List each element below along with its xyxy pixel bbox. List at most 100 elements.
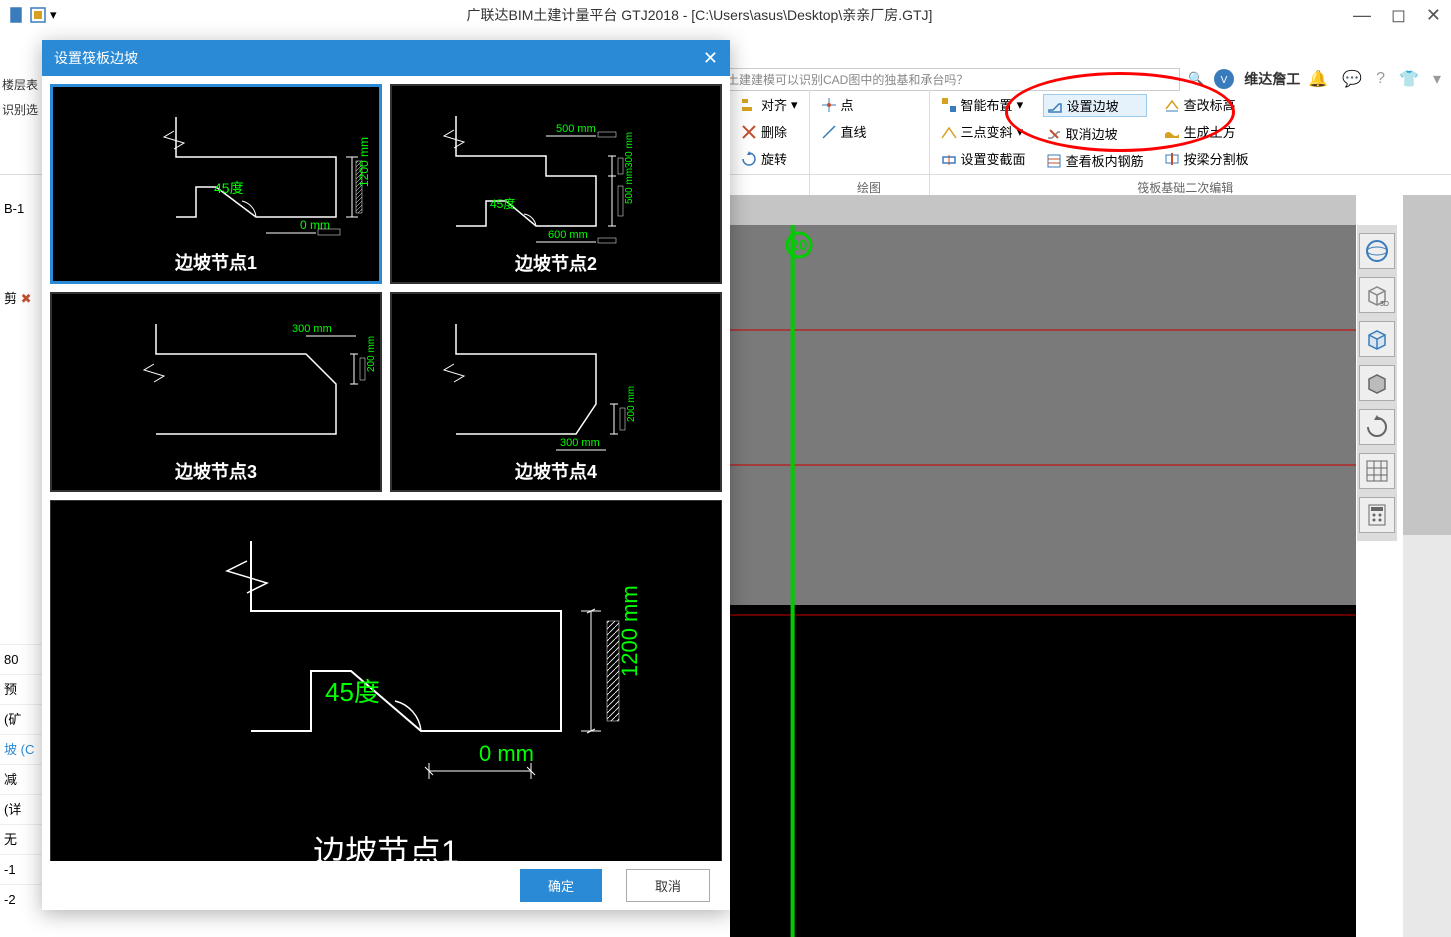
row-5[interactable]: (详 [0, 794, 46, 824]
line-label: 直线 [841, 122, 867, 141]
qat-icon-1[interactable] [10, 7, 26, 23]
ok-button[interactable]: 确定 [520, 869, 602, 902]
set-section-label: 设置变截面 [961, 149, 1026, 168]
modify-elev-button[interactable]: 查改标高 [1161, 94, 1252, 115]
thumb-4[interactable]: 300 mm 200 mm 边坡节点4 [390, 292, 722, 492]
split-beam-button[interactable]: 按梁分割板 [1161, 148, 1252, 169]
thumbnail-grid: 45度 1200 mm 0 mm 边坡节点1 [50, 84, 722, 492]
row-6[interactable]: 无 [0, 824, 46, 854]
qat-icon-2[interactable] [30, 7, 46, 23]
preview-b: 0 mm [479, 741, 534, 766]
shirt-icon[interactable]: 👕 [1399, 69, 1419, 89]
box-tool[interactable] [1359, 365, 1395, 401]
user-avatar-icon[interactable]: V [1212, 67, 1236, 91]
calc-tool[interactable] [1359, 497, 1395, 533]
three-point-button[interactable]: 三点变斜 ▾ [938, 121, 1029, 142]
thumb2-t1: 500 mm [556, 123, 596, 135]
gen-earth-button[interactable]: 生成土方 [1161, 121, 1252, 142]
rotate-label: 旋转 [761, 149, 787, 168]
thumb3-label: 边坡节点3 [52, 458, 380, 484]
preview-h: 1200 mm [617, 585, 642, 677]
gen-earth-label: 生成土方 [1184, 122, 1236, 141]
row-slope[interactable]: 坡 (C [0, 734, 46, 764]
thumb4-label: 边坡节点4 [392, 458, 720, 484]
floor-label: 楼层表 [0, 72, 46, 97]
view-rebar-button[interactable]: 查看板内钢筋 [1043, 150, 1147, 171]
dialog-title: 设置筏板边坡 [54, 48, 138, 68]
maximize-button[interactable]: ◻ [1391, 5, 1406, 26]
thumb2-t2: 600 mm [548, 229, 588, 241]
cube-tool[interactable] [1359, 321, 1395, 357]
window-controls: — ◻ ✕ [1353, 5, 1441, 26]
thumb2-label: 边坡节点2 [392, 250, 720, 276]
b1-label: B-1 [0, 194, 46, 234]
delete-label: 删除 [761, 122, 787, 141]
thumb4-t: 300 mm [560, 437, 600, 449]
app-title: 广联达BIM土建计量平台 GTJ2018 - [C:\Users\asus\De… [66, 5, 1333, 25]
close-small-icon: ✖ [21, 291, 32, 306]
dialog-body: 45度 1200 mm 0 mm 边坡节点1 [42, 76, 730, 861]
row-4[interactable]: 减 [0, 764, 46, 794]
cancel-button[interactable]: 取消 [626, 869, 710, 902]
dropdown-icon[interactable]: ▾ [50, 7, 66, 23]
thumb3-h: 200 mm [366, 336, 377, 372]
menu-icon[interactable]: ▾ [1433, 69, 1441, 89]
bell-icon[interactable]: 🔔 [1308, 69, 1328, 89]
thumb3-t: 300 mm [292, 323, 332, 335]
modify-elev-label: 查改标高 [1184, 95, 1236, 114]
thumb-1[interactable]: 45度 1200 mm 0 mm 边坡节点1 [50, 84, 382, 284]
svg-text:V: V [1221, 75, 1228, 86]
line-button[interactable]: 直线 [818, 121, 870, 142]
smart-layout-button[interactable]: 智能布置 ▾ [938, 94, 1029, 115]
thumb2-angle: 45度 [490, 196, 515, 211]
chat-icon[interactable]: 💬 [1342, 69, 1362, 89]
user-name[interactable]: 维达詹工 [1244, 69, 1300, 89]
thumb1-h: 1200 mm [357, 137, 371, 187]
axis-badge: 20 [785, 231, 813, 262]
scrollbar-thumb[interactable] [1403, 195, 1451, 535]
raft-group-title: 筏板基础二次编辑 [938, 179, 1433, 196]
drawing-canvas[interactable]: 20 [730, 225, 1356, 937]
3d-view-tool[interactable]: 3D [1359, 277, 1395, 313]
top-icons: 🔔 💬 ? 👕 ▾ [1308, 69, 1441, 89]
row-2[interactable]: (矿 [0, 704, 46, 734]
row-7[interactable]: -1 [0, 854, 46, 884]
thumb-2[interactable]: 45度 500 mm 600 mm 300 mm 500 mm [390, 84, 722, 284]
split-beam-label: 按梁分割板 [1184, 149, 1249, 168]
search-input[interactable]: 土建建模可以识别CAD图中的独基和承台吗？ [720, 68, 1180, 91]
thumb1-angle: 45度 [214, 180, 244, 196]
search-icon[interactable]: 🔍 [1188, 71, 1204, 87]
point-button[interactable]: 点 [818, 94, 857, 115]
left-panel-top: 楼层表 识别选 [0, 72, 46, 122]
set-slope-button[interactable]: 设置边坡 [1043, 94, 1147, 117]
cancel-slope-label: 取消边坡 [1066, 124, 1118, 143]
set-section-button[interactable]: 设置变截面 [938, 148, 1029, 169]
thumb1-label: 边坡节点1 [53, 249, 379, 275]
refresh-tool[interactable] [1359, 409, 1395, 445]
delete-button[interactable]: 删除 [738, 121, 801, 142]
grid-tool[interactable] [1359, 453, 1395, 489]
preview-label: 边坡节点1 [51, 827, 721, 861]
cancel-slope-button[interactable]: 取消边坡 [1043, 123, 1147, 144]
minimize-button[interactable]: — [1353, 5, 1371, 26]
orbit-tool[interactable] [1359, 233, 1395, 269]
row-0[interactable]: 80 [0, 644, 46, 674]
dialog-close-button[interactable]: ✕ [703, 48, 718, 69]
search-row: 土建建模可以识别CAD图中的独基和承台吗？ 🔍 V 维达詹工 🔔 💬 ? 👕 ▾ [720, 66, 1441, 92]
recog-label: 识别选 [0, 97, 46, 122]
align-button[interactable]: 对齐 ▾ [738, 94, 801, 115]
set-slope-label: 设置边坡 [1067, 96, 1119, 115]
cut-button[interactable]: 剪 ✖ [0, 284, 46, 314]
rotate-button[interactable]: 旋转 [738, 148, 801, 169]
row-8[interactable]: -2 [0, 884, 46, 914]
close-button[interactable]: ✕ [1426, 5, 1441, 26]
titlebar: ▾ 广联达BIM土建计量平台 GTJ2018 - [C:\Users\asus\… [0, 0, 1451, 30]
thumb-3[interactable]: 300 mm 200 mm 边坡节点3 [50, 292, 382, 492]
thumb2-h2: 500 mm [624, 168, 635, 204]
thumb1-b: 0 mm [300, 218, 330, 232]
row-1[interactable]: 预 [0, 674, 46, 704]
help-icon[interactable]: ? [1376, 70, 1385, 88]
vertical-scrollbar[interactable] [1403, 195, 1451, 937]
canvas-ruler [730, 195, 1356, 225]
thumb2-h1: 300 mm [624, 132, 635, 168]
